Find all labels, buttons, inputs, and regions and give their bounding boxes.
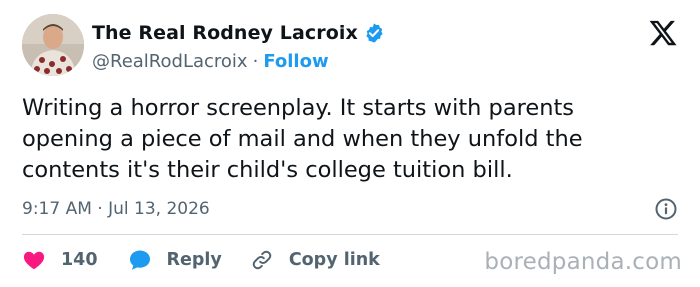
tweet-line: Writing a horror screenplay. It starts w… (22, 95, 575, 121)
tweet-text: Writing a horror screenplay. It starts w… (22, 93, 682, 186)
divider (22, 234, 678, 235)
reply-label: Reply (166, 250, 222, 270)
avatar[interactable] (22, 14, 84, 76)
profile-photo-icon (22, 14, 84, 76)
like-count: 140 (61, 250, 98, 270)
display-name[interactable]: The Real Rodney Lacroix (92, 22, 358, 44)
copy-link-label: Copy link (288, 250, 380, 270)
timestamp[interactable]: 9:17 AM · Jul 13, 2026 (22, 197, 210, 221)
follow-button[interactable]: Follow (263, 51, 328, 72)
separator: · (252, 50, 259, 72)
handle[interactable]: @RealRodLacroix (92, 51, 248, 72)
watermark: boredpanda.com (484, 249, 682, 275)
handle-row: @RealRodLacroix · Follow (92, 48, 385, 74)
action-bar: 140 Reply Copy link (22, 246, 380, 274)
copy-link-button[interactable]: Copy link (250, 248, 380, 272)
author-block: The Real Rodney Lacroix @RealRodLacroix … (92, 20, 385, 74)
speech-bubble-icon (128, 248, 152, 272)
heart-icon (22, 248, 46, 272)
x-logo-icon[interactable] (648, 18, 678, 48)
tweet-card: The Real Rodney Lacroix @RealRodLacroix … (0, 0, 700, 287)
reply-button[interactable]: Reply (128, 248, 222, 272)
verified-badge-icon (363, 22, 385, 44)
link-icon (250, 248, 274, 272)
info-icon[interactable] (654, 197, 678, 221)
name-row: The Real Rodney Lacroix (92, 20, 385, 46)
tweet-line: contents it's their child's college tuit… (22, 157, 513, 183)
tweet-line: opening a piece of mail and when they un… (22, 126, 583, 152)
like-button[interactable]: 140 (22, 248, 128, 272)
